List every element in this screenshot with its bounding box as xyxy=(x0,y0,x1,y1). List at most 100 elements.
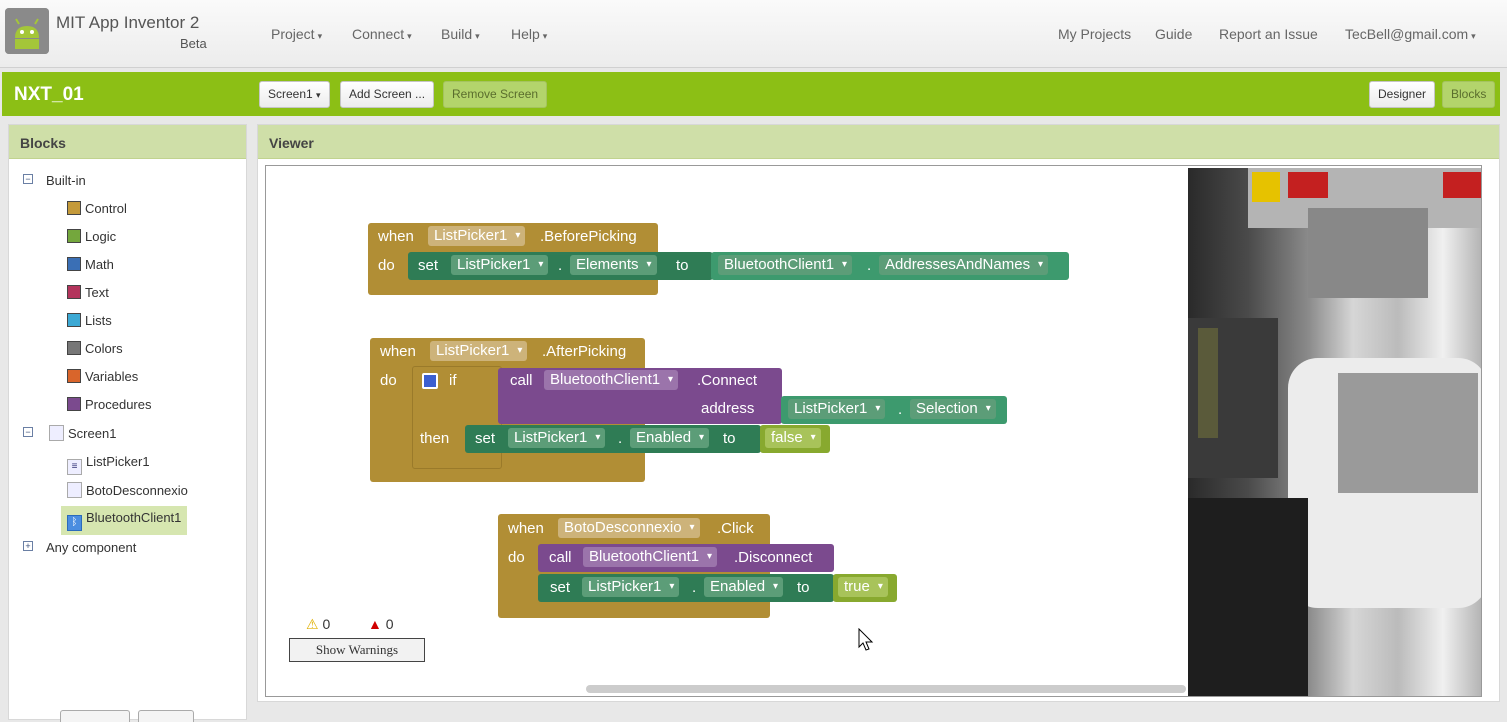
mouse-pointer-icon xyxy=(858,627,874,658)
boolean-dropdown[interactable]: false xyxy=(765,428,821,448)
project-name: NXT_01 xyxy=(14,84,84,105)
component-label: BluetoothClient1 xyxy=(86,510,182,525)
dot-separator: . xyxy=(558,257,563,274)
tree-builtin[interactable]: Built-in xyxy=(46,173,86,188)
keyword-set: set xyxy=(475,430,496,447)
set-property[interactable]: Enabled xyxy=(628,428,711,448)
blocks-panel-title: Blocks xyxy=(9,125,246,159)
keyword-to: to xyxy=(723,430,736,447)
horizontal-scrollbar[interactable] xyxy=(586,685,1186,693)
getter-component[interactable]: ListPicker1 xyxy=(786,399,887,419)
boolean-dropdown[interactable]: true xyxy=(838,577,888,597)
set-property[interactable]: Enabled xyxy=(702,577,785,597)
menu-build[interactable]: Build ▾ xyxy=(441,26,480,42)
component-dropdown[interactable]: BluetoothClient1 xyxy=(544,370,679,390)
app-inventor-logo-icon xyxy=(5,8,49,54)
builtin-label: Text xyxy=(85,285,109,300)
set-component[interactable]: ListPicker1 xyxy=(449,255,550,275)
getter-property[interactable]: AddressesAndNames xyxy=(877,255,1050,275)
colors-swatch-icon xyxy=(67,341,81,355)
blocks-workspace[interactable]: when ListPicker1 .BeforePicking do set L… xyxy=(265,165,1482,697)
builtin-lists[interactable]: Lists xyxy=(67,313,112,328)
bottom-button-left[interactable] xyxy=(60,710,130,722)
keyword-set: set xyxy=(550,579,571,596)
logic-value[interactable]: false xyxy=(763,428,823,448)
app-subtitle: Beta xyxy=(180,36,207,51)
builtin-logic[interactable]: Logic xyxy=(67,229,116,244)
property-dropdown[interactable]: Enabled xyxy=(704,577,784,597)
property-dropdown[interactable]: Selection xyxy=(910,399,996,419)
warning-count: 0 xyxy=(322,616,331,632)
text-swatch-icon xyxy=(67,285,81,299)
call-component[interactable]: BluetoothClient1 xyxy=(542,370,680,390)
component-dropdown[interactable]: ListPicker1 xyxy=(582,577,680,597)
bottom-button-right[interactable] xyxy=(138,710,194,722)
collapse-icon[interactable]: − xyxy=(23,174,33,184)
screen-label: Screen1 xyxy=(68,426,117,441)
component-listpicker1[interactable]: ≡ ListPicker1 xyxy=(67,454,150,475)
link-guide[interactable]: Guide xyxy=(1155,26,1192,42)
link-report-issue[interactable]: Report an Issue xyxy=(1219,26,1318,42)
set-component[interactable]: ListPicker1 xyxy=(580,577,681,597)
keyword-when: when xyxy=(378,228,414,245)
mutator-gear-icon[interactable] xyxy=(422,373,438,389)
component-dropdown[interactable]: BotoDesconnexio xyxy=(558,518,700,538)
panel-bottom-buttons xyxy=(60,710,200,722)
property-dropdown[interactable]: Elements xyxy=(570,255,657,275)
component-bluetoothclient1[interactable]: ᛒ BluetoothClient1 xyxy=(61,506,188,535)
component-dropdown[interactable]: BluetoothClient1 xyxy=(718,255,853,275)
event-name: .BeforePicking xyxy=(540,228,637,245)
component-dropdown[interactable]: ListPicker1 xyxy=(508,428,606,448)
tree-any-component[interactable]: Any component xyxy=(46,540,136,555)
method-name: .Disconnect xyxy=(734,549,813,566)
add-screen-button[interactable]: Add Screen ... xyxy=(340,81,435,108)
component-dropdown[interactable]: ListPicker1 xyxy=(788,399,886,419)
event-component[interactable]: ListPicker1 xyxy=(428,341,529,361)
dot-separator: . xyxy=(898,401,903,418)
tree-screen1[interactable]: Screen1 xyxy=(49,425,116,441)
getter-component[interactable]: BluetoothClient1 xyxy=(716,255,854,275)
set-component[interactable]: ListPicker1 xyxy=(506,428,607,448)
component-dropdown[interactable]: ListPicker1 xyxy=(430,341,528,361)
blocks-button[interactable]: Blocks xyxy=(1442,81,1496,108)
builtin-variables[interactable]: Variables xyxy=(67,369,138,384)
expand-icon[interactable]: + xyxy=(23,541,33,551)
component-dropdown[interactable]: ListPicker1 xyxy=(451,255,549,275)
component-botodesconnexio[interactable]: BotoDesconnexio xyxy=(67,482,188,498)
chevron-down-icon: ▾ xyxy=(1471,31,1476,41)
component-dropdown[interactable]: ListPicker1 xyxy=(428,226,526,246)
screen-select-label: Screen1 xyxy=(268,87,313,101)
event-component[interactable]: BotoDesconnexio xyxy=(556,518,702,538)
builtin-label: Math xyxy=(85,257,114,272)
getter-property[interactable]: Selection xyxy=(908,399,998,419)
call-component[interactable]: BluetoothClient1 xyxy=(581,547,719,567)
keyword-do: do xyxy=(380,372,397,389)
screen-select[interactable]: Screen1 ▾ xyxy=(259,81,330,108)
math-swatch-icon xyxy=(67,257,81,271)
logic-value[interactable]: true xyxy=(836,577,890,597)
app-title: MIT App Inventor 2 xyxy=(56,13,200,32)
show-warnings-button[interactable]: Show Warnings xyxy=(289,638,425,662)
component-dropdown[interactable]: BluetoothClient1 xyxy=(583,547,718,567)
set-property[interactable]: Elements xyxy=(568,255,659,275)
designer-button[interactable]: Designer xyxy=(1369,81,1436,108)
menu-help[interactable]: Help ▾ xyxy=(511,26,547,42)
builtin-text[interactable]: Text xyxy=(67,285,109,300)
remove-screen-button[interactable]: Remove Screen xyxy=(443,81,548,108)
builtin-colors[interactable]: Colors xyxy=(67,341,123,356)
chevron-down-icon: ▾ xyxy=(542,31,548,41)
collapse-icon[interactable]: − xyxy=(23,427,33,437)
keyword-set: set xyxy=(418,257,439,274)
menu-connect[interactable]: Connect ▾ xyxy=(352,26,412,42)
arg-address: address xyxy=(701,400,755,417)
event-component[interactable]: ListPicker1 xyxy=(426,226,527,246)
property-dropdown[interactable]: Enabled xyxy=(630,428,710,448)
builtin-procedures[interactable]: Procedures xyxy=(67,397,151,412)
property-dropdown[interactable]: AddressesAndNames xyxy=(879,255,1049,275)
builtin-math[interactable]: Math xyxy=(67,257,114,272)
builtin-control[interactable]: Control xyxy=(67,201,127,216)
menu-project[interactable]: Project ▾ xyxy=(271,26,322,42)
builtin-label: Procedures xyxy=(85,397,152,412)
account-menu[interactable]: TecBell@gmail.com ▾ xyxy=(1345,26,1476,42)
link-my-projects[interactable]: My Projects xyxy=(1058,26,1131,42)
